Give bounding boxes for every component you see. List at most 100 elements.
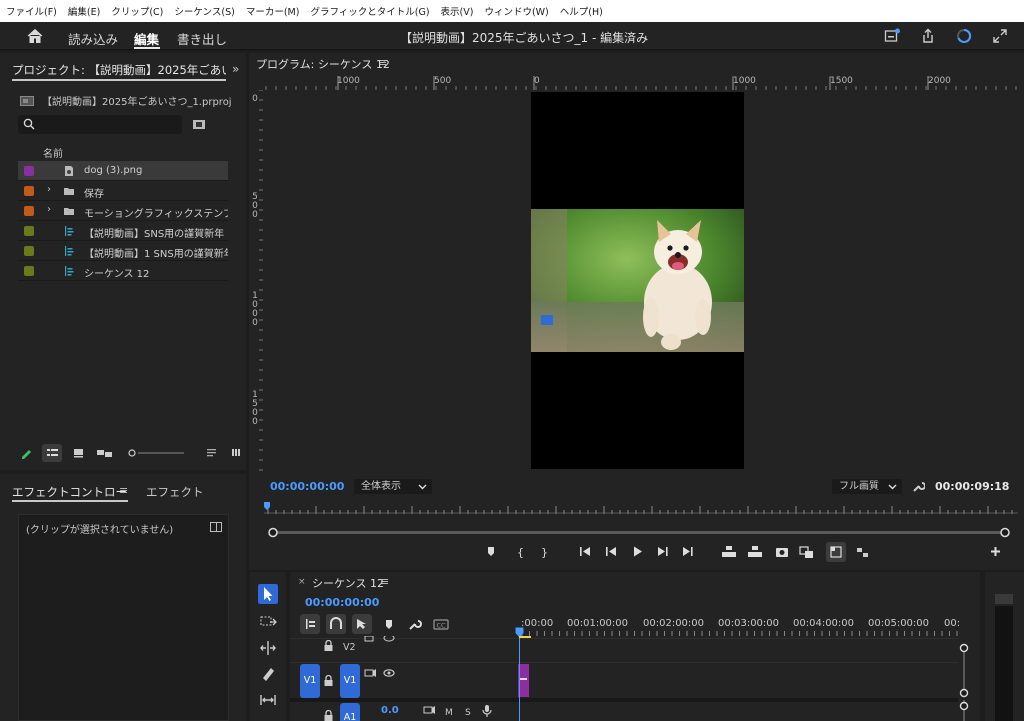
- mark-in-icon[interactable]: {: [517, 546, 524, 559]
- freeform-view-icon[interactable]: [97, 450, 112, 457]
- lock-icon[interactable]: [323, 640, 334, 652]
- fullscreen-icon[interactable]: [992, 28, 1008, 44]
- eye-icon[interactable]: [383, 669, 395, 677]
- menu-item[interactable]: 編集(E): [68, 4, 100, 18]
- tab-effect-controls[interactable]: エフェクトコントロー: [12, 484, 127, 500]
- solo-icon[interactable]: S: [465, 708, 471, 718]
- add-button-icon[interactable]: [991, 547, 1000, 556]
- razor-tool-icon[interactable]: [258, 664, 278, 684]
- tab-import[interactable]: 読み込み: [68, 29, 118, 48]
- label-color-swatch[interactable]: [24, 166, 34, 176]
- sync-lock-icon[interactable]: [423, 706, 435, 714]
- label-color-swatch[interactable]: [24, 226, 34, 236]
- project-item[interactable]: › 保存: [18, 181, 228, 201]
- mark-out-icon[interactable]: }: [541, 546, 548, 559]
- home-icon[interactable]: [26, 27, 44, 45]
- captions-icon[interactable]: [884, 28, 900, 44]
- pencil-icon[interactable]: [22, 450, 31, 459]
- program-monitor-title[interactable]: プログラム: シーケンス 12: [256, 56, 390, 72]
- progress-icon[interactable]: [956, 28, 972, 44]
- vertical-zoom-scrollbar[interactable]: [958, 640, 970, 721]
- tab-edit[interactable]: 編集: [134, 29, 159, 48]
- close-tab-icon[interactable]: ×: [298, 577, 306, 587]
- zoom-slider[interactable]: [128, 449, 184, 457]
- zoom-scroll-bar[interactable]: [268, 525, 1010, 539]
- menu-item[interactable]: クリップ(C): [111, 4, 163, 18]
- panel-menu-icon[interactable]: ≡: [119, 484, 128, 497]
- menu-item[interactable]: ウィンドウ(W): [484, 4, 548, 18]
- go-to-in-icon[interactable]: [580, 547, 590, 556]
- eye-icon[interactable]: [383, 636, 395, 642]
- share-icon[interactable]: [920, 28, 936, 44]
- project-item[interactable]: › モーショングラフィックステンプレート: [18, 201, 228, 221]
- playback-resolution-dropdown[interactable]: フル画質: [832, 479, 902, 494]
- mute-icon[interactable]: M: [445, 708, 453, 718]
- menu-item[interactable]: マーカー(M): [246, 4, 300, 18]
- tab-effects[interactable]: エフェクト: [146, 484, 204, 500]
- project-item[interactable]: シーケンス 12: [18, 261, 228, 281]
- step-forward-icon[interactable]: [658, 547, 668, 556]
- tab-export[interactable]: 書き出し: [177, 29, 227, 48]
- label-color-swatch[interactable]: [24, 266, 34, 276]
- timeline-playhead[interactable]: [519, 638, 520, 721]
- menu-item[interactable]: シーケンス(S): [174, 4, 234, 18]
- timeline-settings-icon[interactable]: [409, 620, 422, 630]
- export-frame-icon[interactable]: [776, 548, 788, 557]
- track-target-v1[interactable]: V1: [340, 664, 360, 698]
- work-area-bar[interactable]: [519, 636, 531, 638]
- playhead-timecode[interactable]: 00:00:00:00: [270, 480, 344, 493]
- sort-icon[interactable]: [207, 449, 216, 457]
- sync-lock-icon[interactable]: [364, 636, 374, 642]
- nest-sequence-icon[interactable]: [300, 614, 320, 634]
- list-view-icon[interactable]: [42, 444, 62, 462]
- go-to-out-icon[interactable]: [683, 547, 693, 556]
- settings-wrench-icon[interactable]: [912, 480, 925, 493]
- new-bin-icon[interactable]: [192, 118, 206, 130]
- lock-icon[interactable]: [323, 675, 334, 687]
- step-back-icon[interactable]: [606, 547, 616, 556]
- microphone-icon[interactable]: [482, 705, 492, 717]
- project-search-input[interactable]: [18, 115, 182, 134]
- expand-chevron-icon[interactable]: ›: [47, 184, 51, 195]
- slip-tool-icon[interactable]: [258, 690, 278, 710]
- sync-lock-icon[interactable]: [364, 669, 376, 677]
- linked-selection-icon[interactable]: [352, 614, 372, 634]
- safe-margins-icon[interactable]: [826, 542, 846, 562]
- timeline-scrubber[interactable]: [264, 502, 1018, 516]
- icon-view-icon[interactable]: [74, 449, 83, 458]
- playhead-handle[interactable]: [264, 502, 270, 510]
- project-item[interactable]: 【説明動画】1 SNS用の謹賀新年（: [18, 241, 228, 261]
- label-color-swatch[interactable]: [24, 246, 34, 256]
- add-marker-icon[interactable]: [386, 620, 392, 629]
- menu-item[interactable]: ヘルプ(H): [560, 4, 603, 18]
- column-name-header[interactable]: 名前: [43, 145, 63, 160]
- track-target-a1[interactable]: A1: [340, 703, 360, 721]
- menu-item[interactable]: グラフィックとタイトル(G): [310, 4, 429, 18]
- project-panel-tab[interactable]: プロジェクト: 【説明動画】2025年ごあいさつ_1: [12, 62, 226, 78]
- zoom-fit-dropdown[interactable]: 全体表示: [354, 479, 432, 494]
- project-item[interactable]: 【説明動画】SNS用の謹賀新年（年: [18, 221, 228, 241]
- label-color-swatch[interactable]: [24, 186, 34, 196]
- multicam-icon[interactable]: [857, 548, 868, 557]
- lock-icon[interactable]: [323, 710, 334, 721]
- audio-level-value[interactable]: 0.0: [381, 705, 399, 716]
- program-video-frame[interactable]: [531, 92, 744, 469]
- timeline-view-toggle-icon[interactable]: [210, 522, 222, 532]
- label-color-swatch[interactable]: [24, 206, 34, 216]
- ripple-edit-tool-icon[interactable]: [258, 638, 278, 658]
- selection-tool-icon[interactable]: [258, 584, 278, 604]
- track-select-tool-icon[interactable]: [258, 612, 278, 632]
- captions-track-icon[interactable]: CC: [433, 619, 449, 630]
- expand-chevron-icon[interactable]: ›: [47, 204, 51, 215]
- timeline-sequence-tab[interactable]: シーケンス 12: [312, 575, 384, 591]
- source-patch-v1[interactable]: V1: [300, 664, 320, 698]
- timeline-timecode[interactable]: 00:00:00:00: [305, 596, 379, 609]
- panel-menu-icon[interactable]: ≡: [378, 56, 387, 69]
- track-label-v2[interactable]: V2: [343, 642, 356, 653]
- menu-item[interactable]: ファイル(F): [6, 4, 57, 18]
- lift-icon[interactable]: [722, 546, 736, 557]
- extract-icon[interactable]: [748, 546, 762, 557]
- menu-item[interactable]: 表示(V): [441, 4, 474, 18]
- snap-icon[interactable]: [326, 614, 346, 634]
- play-icon[interactable]: [634, 546, 642, 557]
